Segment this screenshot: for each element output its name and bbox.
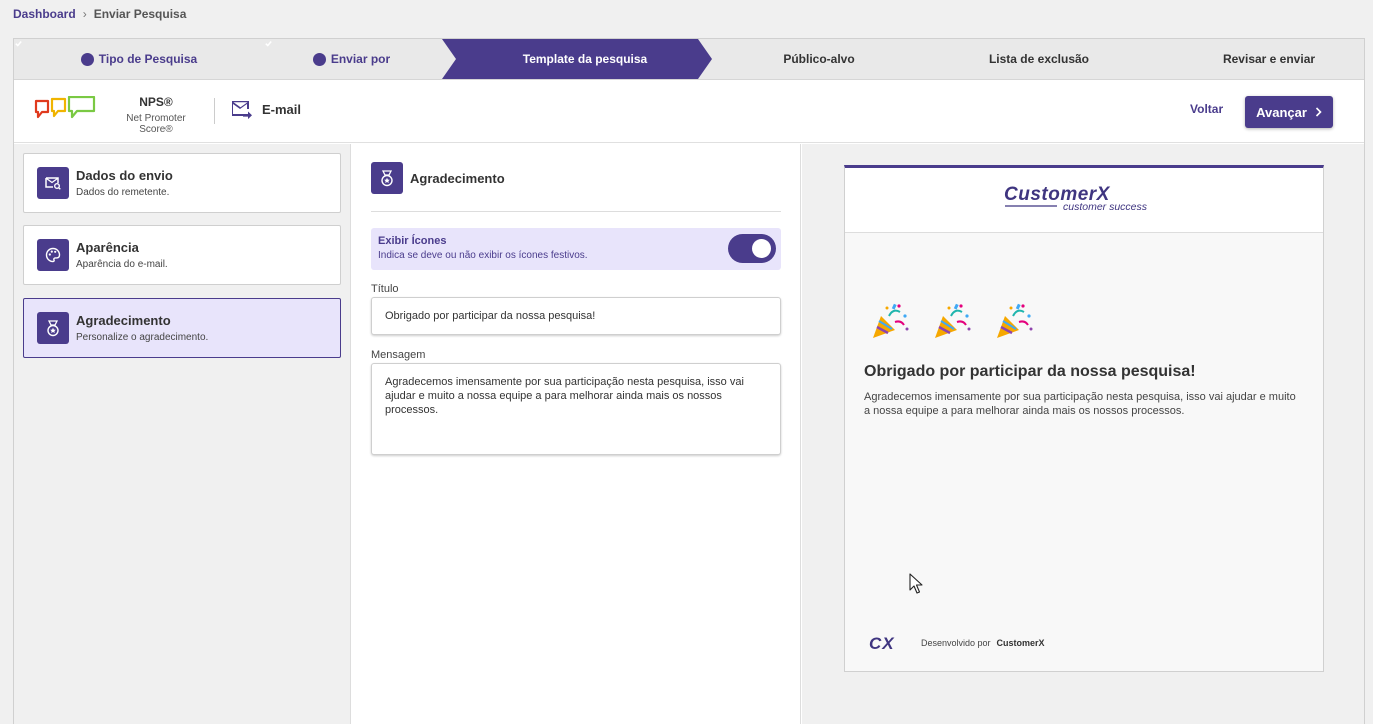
channel-indicator: E-mail	[231, 99, 301, 119]
next-button-label: Avançar	[1256, 104, 1307, 120]
show-icons-row: Exibir Ícones Indica se deve ou não exib…	[371, 228, 781, 270]
header-divider	[214, 98, 215, 124]
preview-title: Obrigado por participar da nossa pesquis…	[864, 363, 1196, 380]
show-icons-label: Exibir Ícones	[378, 235, 447, 247]
survey-type-subtitle: Net Promoter Score®	[126, 113, 186, 135]
next-button[interactable]: Avançar	[1245, 96, 1333, 128]
step-label: Template da pesquisa	[522, 52, 648, 66]
check-circle-icon	[15, 41, 94, 66]
sidebar-item-dados-do-envio[interactable]: Dados do envio Dados do remetente.	[23, 153, 341, 213]
preview-footer: CX Desenvolvido por CustomerX	[869, 636, 1045, 650]
sidebar-item-title: Aparência	[76, 240, 139, 255]
breadcrumb-separator: ›	[82, 7, 87, 21]
step-label: Tipo de Pesquisa	[98, 52, 198, 66]
medal-icon	[371, 162, 403, 194]
stepper: Tipo de Pesquisa Enviar por Template da …	[14, 39, 1364, 80]
step-label: Enviar por	[330, 52, 391, 66]
email-send-icon	[232, 101, 252, 119]
cx-logo: CX	[869, 636, 895, 650]
back-button[interactable]: Voltar	[1190, 102, 1223, 116]
wizard-frame: Tipo de Pesquisa Enviar por Template da …	[13, 38, 1365, 724]
step-label: Público-alvo	[783, 52, 855, 66]
message-field-label: Mensagem	[371, 349, 426, 361]
sidebar-item-subtitle: Personalize o agradecimento.	[76, 332, 209, 343]
sidebar-item-agradecimento[interactable]: Agradecimento Personalize o agradeciment…	[23, 298, 341, 358]
section-header: Agradecimento	[371, 162, 505, 194]
toggle-knob	[752, 239, 771, 258]
channel-label: E-mail	[262, 101, 302, 117]
title-input[interactable]	[371, 297, 781, 335]
party-popper-icon	[935, 303, 971, 338]
customerx-logo: CustomerX customer success	[1004, 184, 1148, 213]
step-label: Revisar e enviar	[1222, 52, 1316, 66]
check-circle-icon	[265, 41, 326, 66]
medal-icon	[37, 312, 69, 344]
sidebar-item-title: Dados do envio	[76, 168, 173, 183]
editor-panel: Agradecimento Exibir Ícones Indica se de…	[351, 144, 801, 724]
step-lista-de-exclusao[interactable]: Lista de exclusão	[924, 39, 1154, 79]
survey-type-name: NPS®	[139, 95, 173, 109]
section-divider	[371, 211, 781, 212]
email-preview: CustomerX customer success Obrigado por …	[844, 165, 1324, 672]
step-label: Lista de exclusão	[988, 52, 1090, 66]
sidebar-item-subtitle: Aparência do e-mail.	[76, 259, 168, 270]
email-preview-area: CustomerX customer success Obrigado por …	[802, 144, 1364, 724]
envelope-search-icon	[37, 167, 69, 199]
mouse-cursor-icon	[909, 573, 923, 594]
title-field-label: Título	[371, 283, 399, 295]
step-tipo-de-pesquisa[interactable]: Tipo de Pesquisa	[14, 39, 264, 79]
breadcrumb-current: Enviar Pesquisa	[93, 7, 187, 21]
step-publico-alvo[interactable]: Público-alvo	[714, 39, 924, 79]
chevron-right-icon	[1315, 107, 1322, 117]
show-icons-description: Indica se deve ou não exibir os ícones f…	[378, 250, 588, 261]
survey-type-title: NPS® Net Promoter Score®	[110, 95, 202, 135]
footer-text: Desenvolvido por	[921, 638, 991, 648]
party-popper-icon	[997, 303, 1033, 338]
section-title: Agradecimento	[410, 170, 505, 186]
festive-icons	[869, 302, 1035, 342]
message-textarea[interactable]: Agradecemos imensamente por sua particip…	[371, 363, 781, 455]
footer-brand: CustomerX	[996, 638, 1045, 648]
breadcrumb-dashboard-link[interactable]: Dashboard	[13, 7, 76, 21]
nps-speech-bubbles-icon	[34, 96, 96, 119]
preview-header: CustomerX customer success	[845, 168, 1323, 233]
survey-header: NPS® Net Promoter Score® E-mail Voltar A…	[14, 80, 1364, 143]
cx-logo-text: CX	[869, 636, 895, 650]
preview-message: Agradecemos imensamente por sua particip…	[864, 391, 1296, 417]
palette-icon	[37, 239, 69, 271]
party-popper-icon	[873, 303, 909, 338]
sidebar-item-aparencia[interactable]: Aparência Aparência do e-mail.	[23, 225, 341, 285]
sidebar-item-subtitle: Dados do remetente.	[76, 187, 170, 198]
sidebar-item-title: Agradecimento	[76, 313, 171, 328]
show-icons-toggle[interactable]	[728, 234, 776, 263]
brand-tagline: customer success	[1063, 201, 1148, 213]
breadcrumb: Dashboard › Enviar Pesquisa	[13, 7, 186, 21]
step-template-da-pesquisa[interactable]: Template da pesquisa	[456, 39, 714, 79]
settings-sidebar: Dados do envio Dados do remetente. Aparê…	[14, 144, 351, 724]
step-enviar-por[interactable]: Enviar por	[264, 39, 439, 79]
step-revisar-e-enviar[interactable]: Revisar e enviar	[1154, 39, 1373, 79]
